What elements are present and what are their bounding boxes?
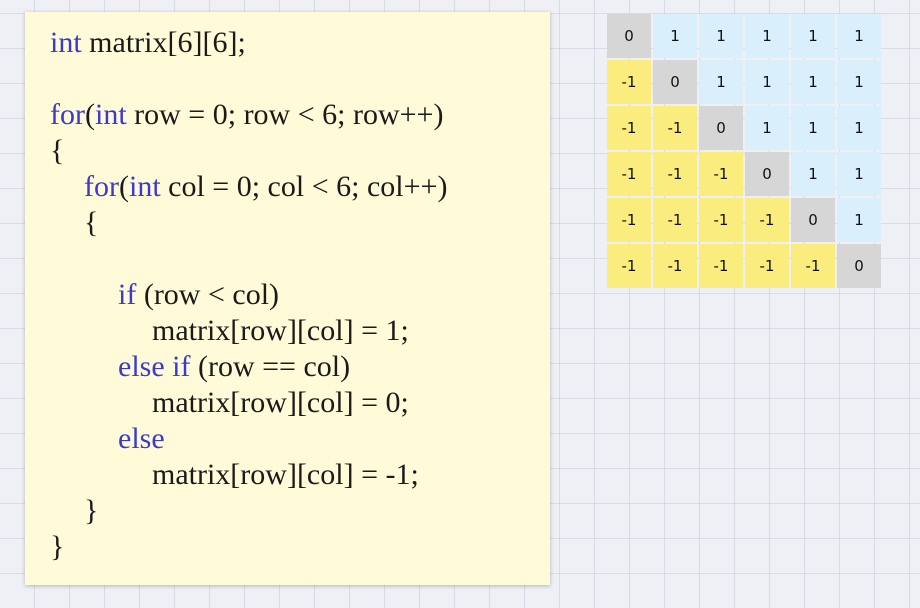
code-text: (	[118, 170, 129, 203]
matrix-cell-upper: 1	[837, 198, 881, 242]
code-text: }	[84, 494, 99, 527]
code-keyword: for	[84, 170, 119, 203]
matrix-cell-lower: -1	[653, 106, 697, 150]
matrix-cell-upper: 1	[653, 14, 697, 58]
matrix-cell-lower: -1	[699, 152, 743, 196]
code-line: matrix[row][col] = 1;	[152, 313, 409, 349]
matrix-cell-lower: -1	[607, 244, 651, 288]
matrix-cell-lower: -1	[699, 244, 743, 288]
code-keyword: else if	[118, 350, 191, 383]
code-line: else	[118, 421, 165, 457]
code-line: for(int col = 0; col < 6; col++)	[84, 169, 447, 205]
matrix-cell-diagonal: 0	[653, 60, 697, 104]
code-line: if (row < col)	[118, 277, 279, 313]
matrix-cell-lower: -1	[607, 60, 651, 104]
matrix-cell-lower: -1	[607, 106, 651, 150]
matrix-cell-lower: -1	[653, 152, 697, 196]
matrix-cell-upper: 1	[699, 60, 743, 104]
matrix-cell-upper: 1	[791, 14, 835, 58]
matrix-cell-upper: 1	[791, 60, 835, 104]
matrix-cell-lower: -1	[653, 244, 697, 288]
matrix-cell-upper: 1	[837, 106, 881, 150]
matrix-cell-upper: 1	[745, 14, 789, 58]
code-keyword: for	[50, 98, 85, 131]
matrix-cell-upper: 1	[699, 14, 743, 58]
matrix-cell-lower: -1	[791, 244, 835, 288]
code-line: matrix[row][col] = -1;	[152, 457, 419, 493]
code-text: matrix[row][col] = 0;	[152, 386, 409, 419]
code-text: col = 0; col < 6; col++)	[160, 170, 448, 203]
code-text: {	[50, 134, 65, 167]
matrix-cell-upper: 1	[745, 106, 789, 150]
matrix-cell-diagonal: 0	[699, 106, 743, 150]
code-line: int matrix[6][6];	[50, 25, 246, 61]
code-panel: int matrix[6][6]; for(int row = 0; row < …	[25, 12, 550, 585]
code-line: else if (row == col)	[118, 349, 350, 385]
matrix-cell-diagonal: 0	[791, 198, 835, 242]
matrix-cell-lower: -1	[745, 198, 789, 242]
code-text: matrix[6][6];	[81, 26, 246, 59]
matrix-grid: 0 1 1 1 1 1 -1 0 1 1 1 1 -1 -1 0 1 1 1 -1 -1 -1 0 1 1 -1 -1 -1 -1 0 1…	[607, 14, 881, 288]
code-text: (	[84, 98, 95, 131]
code-line: {	[50, 133, 64, 169]
matrix-cell-diagonal: 0	[837, 244, 881, 288]
matrix-cell-lower: -1	[745, 244, 789, 288]
code-line: matrix[row][col] = 0;	[152, 385, 409, 421]
code-line: }	[84, 493, 98, 529]
code-text: matrix[row][col] = -1;	[152, 458, 419, 491]
matrix-cell-upper: 1	[837, 14, 881, 58]
matrix-cell-upper: 1	[745, 60, 789, 104]
matrix-cell-upper: 1	[837, 60, 881, 104]
code-keyword: else	[118, 422, 165, 455]
code-text: {	[84, 206, 99, 239]
code-keyword: int	[128, 170, 161, 203]
code-text: }	[50, 530, 65, 563]
code-text: matrix[row][col] = 1;	[152, 314, 409, 347]
code-text: row = 0; row < 6; row++)	[126, 98, 444, 131]
code-text: (row == col)	[190, 350, 351, 383]
code-line: for(int row = 0; row < 6; row++)	[50, 97, 443, 133]
matrix-cell-lower: -1	[699, 198, 743, 242]
matrix-cell-lower: -1	[607, 198, 651, 242]
matrix-cell-lower: -1	[607, 152, 651, 196]
code-text: (row < col)	[136, 278, 280, 311]
code-keyword: if	[118, 278, 137, 311]
matrix-cell-diagonal: 0	[745, 152, 789, 196]
code-line: {	[84, 205, 98, 241]
matrix-cell-lower: -1	[653, 198, 697, 242]
code-keyword: int	[94, 98, 127, 131]
matrix-cell-upper: 1	[791, 152, 835, 196]
matrix-cell-upper: 1	[837, 152, 881, 196]
matrix-cell-upper: 1	[791, 106, 835, 150]
matrix-cell-diagonal: 0	[607, 14, 651, 58]
code-keyword: int	[50, 26, 82, 59]
code-line: }	[50, 529, 64, 565]
